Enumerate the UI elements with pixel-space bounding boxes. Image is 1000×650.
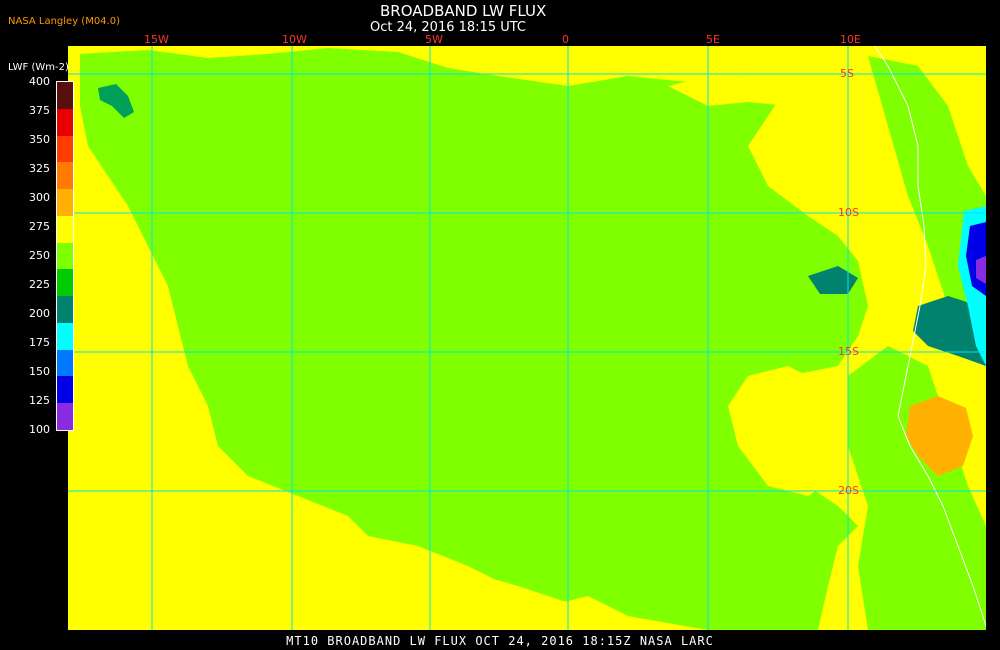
- legend-swatch: [57, 215, 73, 243]
- legend-swatch: [57, 135, 73, 163]
- legend-swatch: [57, 296, 73, 323]
- legend-swatch: [57, 162, 73, 190]
- legend-swatch: [57, 269, 73, 297]
- lat-label-15s: 15S: [838, 345, 859, 358]
- legend-tick-label: 125: [29, 394, 50, 407]
- legend-swatch: [57, 322, 73, 350]
- lon-label-10w: 10W: [282, 33, 307, 46]
- lon-label-5w: 5W: [425, 33, 443, 46]
- lon-label-5e: 5E: [706, 33, 720, 46]
- lat-label-5s: 5S: [840, 67, 854, 80]
- flux-map: [68, 46, 986, 630]
- legend-tick-label: 250: [29, 249, 50, 262]
- legend-swatch: [57, 108, 73, 136]
- legend-title: LWF (Wm-2): [8, 62, 69, 73]
- legend-tick-label: 150: [29, 365, 50, 378]
- legend-tick-label: 400: [29, 75, 50, 88]
- legend-swatch: [57, 189, 73, 216]
- lon-label-15w: 15W: [144, 33, 169, 46]
- legend-tick-label: 100: [29, 423, 50, 436]
- legend-swatch: [57, 242, 73, 270]
- map-subtitle: Oct 24, 2016 18:15 UTC: [370, 20, 526, 35]
- legend-color-bar: [56, 81, 74, 431]
- legend-swatch: [57, 82, 73, 109]
- legend-tick-label: 175: [29, 336, 50, 349]
- footer-caption: MT10 BROADBAND LW FLUX OCT 24, 2016 18:1…: [286, 634, 714, 648]
- legend-swatch: [57, 349, 73, 377]
- legend-tick-label: 350: [29, 133, 50, 146]
- legend-tick-label: 225: [29, 278, 50, 291]
- legend-tick-label: 200: [29, 307, 50, 320]
- legend-tick-label: 275: [29, 220, 50, 233]
- legend-swatch: [57, 403, 73, 430]
- lon-label-0: 0: [562, 33, 569, 46]
- legend-tick-label: 375: [29, 104, 50, 117]
- credit-label: NASA Langley (M04.0): [8, 16, 120, 27]
- lat-label-20s: 20S: [838, 484, 859, 497]
- lon-label-10e: 10E: [840, 33, 861, 46]
- legend-tick-label: 325: [29, 162, 50, 175]
- lat-label-10s: 10S: [838, 206, 859, 219]
- legend-tick-label: 300: [29, 191, 50, 204]
- legend-swatch: [57, 376, 73, 404]
